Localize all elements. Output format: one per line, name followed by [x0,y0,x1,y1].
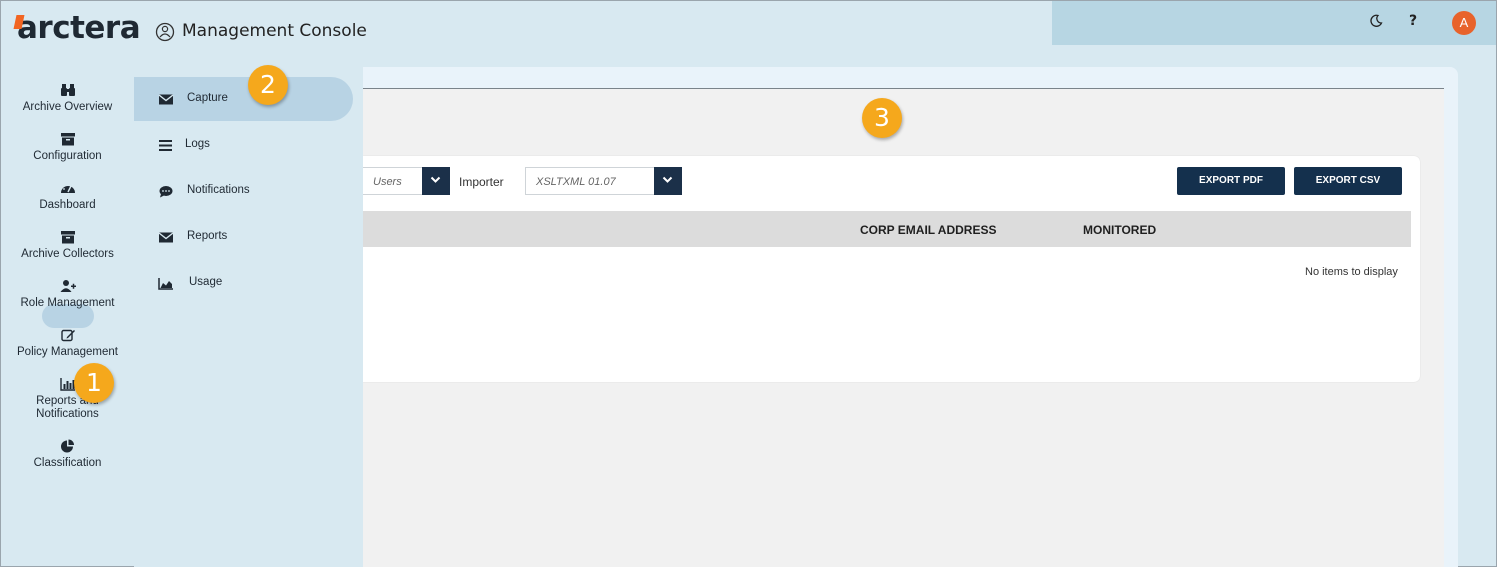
help-icon[interactable]: ? [1409,13,1417,29]
subnav-item-usage[interactable]: Usage [134,261,353,305]
subnav-item-capture[interactable]: Capture [134,77,353,121]
sidebar-item-label: Classification [33,457,102,469]
filter-select[interactable]: Users [363,167,450,195]
importer-select-value: XSLTXML 01.07 [536,176,616,188]
sidebar-item-archive-collectors[interactable]: Archive Collectors [1,230,134,261]
chevron-down-icon[interactable] [654,167,682,195]
sidebar-item-reports-and-notifications[interactable]: Reports and Notifications [1,377,134,421]
empty-table-message: No items to display [1305,266,1398,278]
importer-select[interactable]: XSLTXML 01.07 [525,167,682,195]
pie-chart-icon [60,439,74,453]
callout-badge-1: 1 [74,363,114,403]
table-header: CORP EMAIL ADDRESS MONITORED [363,211,1411,247]
column-header-monitored[interactable]: MONITORED [1083,223,1156,237]
subnav-item-label: Capture [187,92,228,104]
comment-icon [159,186,173,198]
gauge-icon [60,184,75,193]
area-chart-icon [158,278,173,290]
dark-mode-moon-icon[interactable] [1369,14,1383,28]
sub-navigation: Capture Logs Notifications Reports Usage [134,67,363,567]
export-csv-button[interactable]: EXPORT CSV [1294,167,1402,195]
list-icon [159,140,172,151]
importer-label: Importer [459,175,504,189]
callout-badge-2: 2 [248,65,288,105]
sidebar-item-label: Archive Overview [22,101,113,113]
edit-icon [60,329,75,342]
sidebar-item-configuration[interactable]: Configuration [1,132,134,163]
filter-select-value: Users [373,176,402,188]
envelope-icon [158,232,174,243]
sidebar-item-label: Policy Management [17,346,118,358]
subnav-item-label: Notifications [187,184,250,196]
subnav-item-label: Usage [189,276,223,288]
subnav-item-notifications[interactable]: Notifications [134,169,353,213]
user-avatar[interactable]: A [1452,11,1476,35]
sidebar-item-role-management[interactable]: Role Management [1,279,134,310]
sidebar-item-archive-overview[interactable]: Archive Overview [1,83,134,114]
sidebar-item-label: Dashboard [39,199,96,211]
top-bar-right-area [1052,1,1496,45]
sidebar-item-dashboard[interactable]: Dashboard [1,181,134,212]
user-plus-icon [60,280,76,292]
subnav-item-reports[interactable]: Reports [134,215,353,259]
callout-badge-3: 3 [862,98,902,138]
chevron-down-icon[interactable] [422,167,450,195]
sidebar-item-policy-management[interactable]: Policy Management [1,328,134,359]
sidebar-item-label: Archive Collectors [21,248,114,260]
archive-box-icon [60,133,75,146]
sidebar-item-classification[interactable]: Classification [1,439,134,470]
sidebar-item-label: Role Management [20,297,115,309]
page-title: Management Console [182,21,367,41]
archive-box-icon [60,231,75,244]
subnav-item-label: Logs [185,138,210,150]
column-header-email[interactable]: CORP EMAIL ADDRESS [860,223,996,237]
sidebar-item-label: Configuration [33,150,102,162]
envelope-icon [158,94,174,105]
subnav-item-label: Reports [187,230,228,242]
console-icon [155,22,175,42]
binoculars-icon [60,84,75,96]
subnav-item-logs[interactable]: Logs [134,123,353,167]
arctera-logo[interactable]: arctera [13,13,141,44]
export-pdf-button[interactable]: EXPORT PDF [1177,167,1285,195]
